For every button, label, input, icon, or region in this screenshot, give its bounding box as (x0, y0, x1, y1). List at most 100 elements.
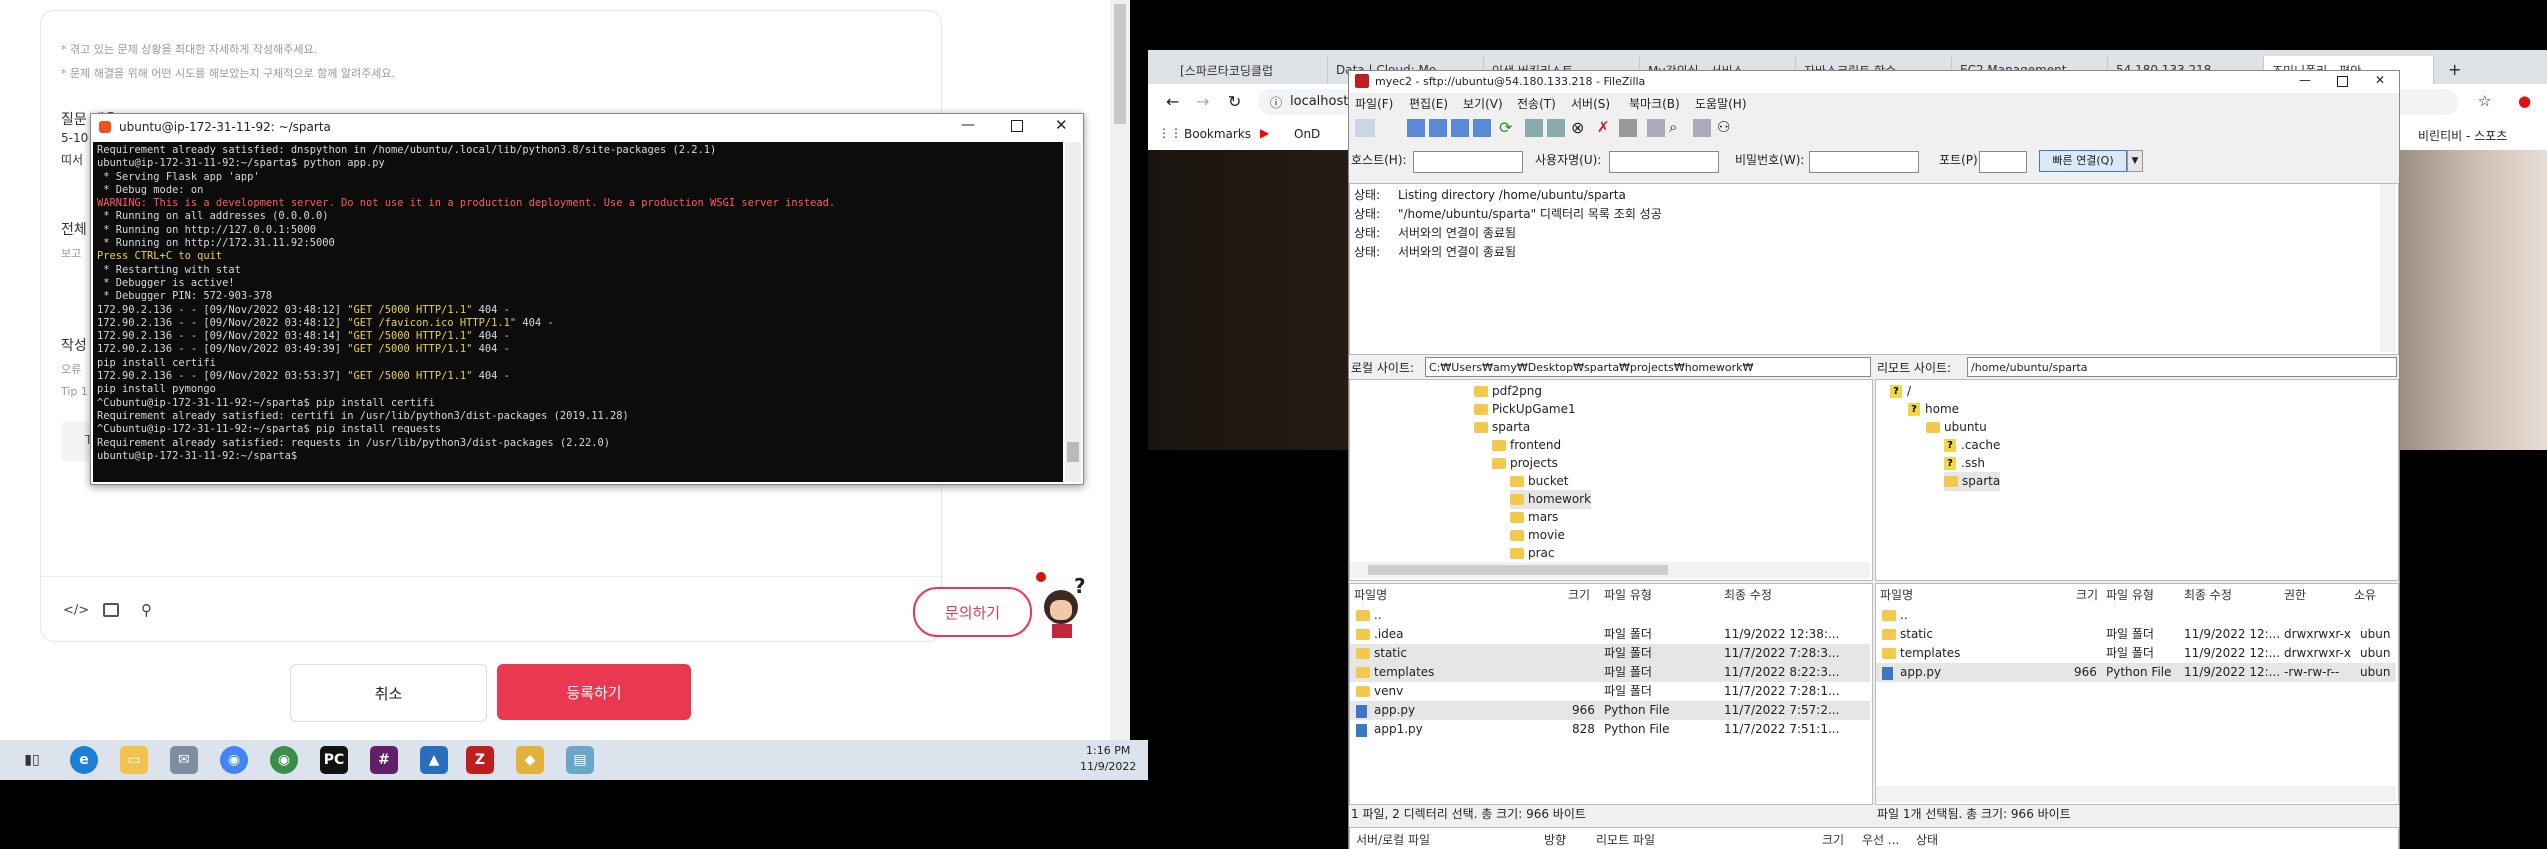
terminal-app-icon[interactable]: ▤ (566, 746, 594, 774)
search-icon[interactable]: ⌕ (1669, 118, 1677, 136)
queue-col[interactable]: 크기 (1822, 831, 1844, 848)
remote-file-row[interactable]: static 파일 폴더 11/9/2022 12:... drwxrwxr-x ubu… (1876, 625, 2396, 644)
sync-browse-icon[interactable] (1693, 119, 1711, 137)
youtube-icon[interactable]: ▶ (1260, 126, 1269, 140)
cancel-button[interactable]: 취소 (290, 664, 487, 722)
menu-server[interactable]: 서버(S) (1571, 95, 1610, 114)
local-site-path[interactable]: C:₩Users₩amy₩Desktop₩sparta₩projects₩hom… (1425, 357, 1871, 377)
image-icon[interactable] (103, 603, 119, 617)
reconnect-icon[interactable] (1619, 119, 1637, 137)
reload-icon[interactable]: ↻ (1228, 92, 1241, 111)
local-file-row[interactable]: templates 파일 폴더 11/7/2022 8:22:3... (1350, 663, 1870, 682)
queue-col[interactable]: 상태 (1916, 831, 1938, 848)
remote-file-row[interactable]: .. (1876, 606, 2396, 625)
cancel-icon[interactable]: ⊗ (1571, 118, 1584, 137)
remote-file-list[interactable]: 파일명 크기 파일 유형 최종 수정 권한 소유 .. static 파일 폴더 11… (1875, 583, 2399, 805)
taskbar-time[interactable]: 1:16 PM (1086, 744, 1130, 757)
log-scrollbar[interactable] (2380, 184, 2396, 352)
quickconnect-button[interactable]: 빠른 연결(Q) (2039, 150, 2127, 172)
disconnect-icon[interactable]: ✗ (1597, 118, 1610, 136)
bookmark-item[interactable]: OnD (1294, 127, 1320, 141)
col-header[interactable]: 파일 유형 (2106, 586, 2154, 603)
terminal-scrollbar-thumb[interactable] (1067, 442, 1079, 462)
menu-help[interactable]: 도움말(H) (1695, 95, 1747, 114)
host-input[interactable] (1413, 151, 1523, 173)
binoculars-icon[interactable]: ⚇ (1717, 118, 1730, 136)
col-header[interactable]: 최종 수정 (2184, 586, 2232, 603)
photos-icon[interactable]: ▲ (420, 746, 448, 774)
bookmark-item-right[interactable]: 비린티비 - 스포츠 (2418, 127, 2507, 144)
local-file-row[interactable]: .. (1350, 606, 1870, 625)
widgets-icon[interactable]: ▮▯ (18, 746, 46, 774)
terminal-titlebar[interactable]: ubuntu@ip-172-31-11-92: ~/sparta — ✕ (91, 114, 1083, 142)
queue-col[interactable]: 우선 ... (1862, 831, 1899, 848)
edge-icon[interactable]: e (70, 746, 98, 774)
local-dir-tree[interactable]: pdf2png PickUpGame1 sparta frontend proj… (1349, 379, 1873, 581)
new-tab-icon[interactable]: + (2448, 60, 2461, 79)
back-icon[interactable]: ← (1166, 92, 1179, 111)
remote-file-row[interactable]: app.py 966 Python File 11/9/2022 12:... -rw-… (1876, 663, 2396, 682)
menu-bookmarks[interactable]: 북마크(B) (1629, 95, 1680, 114)
toggle-local-tree-icon[interactable] (1429, 119, 1447, 137)
user-input[interactable] (1609, 151, 1719, 173)
message-log[interactable]: 상태: Listing directory /home/ubuntu/spart… (1349, 183, 2399, 355)
fz-minimize-icon[interactable]: — (2299, 73, 2311, 87)
chrome-tab[interactable]: [스파르타코딩클럽 (1172, 56, 1328, 84)
filezilla-icon[interactable]: Z (466, 746, 494, 774)
local-file-row[interactable]: app1.py 828 Python File 11/7/2022 7:51:1... (1350, 720, 1870, 739)
col-header[interactable]: 크기 (1568, 586, 1590, 603)
slack-icon[interactable]: # (370, 746, 398, 774)
page-scrollbar-thumb[interactable] (1114, 4, 1126, 124)
dir-listing-icon[interactable] (1647, 119, 1665, 137)
attach-icon[interactable]: ⚲ (141, 601, 152, 619)
terminal-output[interactable]: Requirement already satisfied: dnspython… (93, 142, 1063, 482)
queue-col[interactable]: 리모트 파일 (1596, 831, 1655, 848)
toggle-queue-icon[interactable] (1473, 119, 1491, 137)
filter-icon[interactable] (1525, 119, 1543, 137)
close-icon[interactable]: ✕ (1055, 116, 1068, 134)
toggle-log-icon[interactable] (1407, 119, 1425, 137)
remote-list-hscroll[interactable] (1876, 786, 2396, 802)
col-header[interactable]: 파일명 (1880, 586, 1913, 603)
fz-maximize-icon[interactable] (2337, 76, 2348, 87)
col-header[interactable]: 최종 수정 (1724, 586, 1772, 603)
queue-col[interactable]: 방향 (1544, 831, 1566, 848)
site-manager-icon[interactable] (1355, 119, 1375, 137)
compare-icon[interactable] (1547, 119, 1565, 137)
port-input[interactable] (1979, 151, 2027, 173)
col-header[interactable]: 크기 (2076, 586, 2098, 603)
forward-icon[interactable]: → (1196, 92, 1209, 111)
pycharm-icon[interactable]: PC (320, 746, 348, 774)
col-header[interactable]: 권한 (2284, 586, 2306, 603)
menu-transfer[interactable]: 전송(T) (1517, 95, 1556, 114)
filezilla-titlebar[interactable]: myec2 - sftp://ubuntu@54.180.133.218 - F… (1349, 71, 2399, 93)
refresh-icon[interactable]: ⟳ (1499, 118, 1512, 137)
queue-col[interactable]: 서버/로컬 파일 (1356, 831, 1430, 848)
quickconnect-dropdown-icon[interactable]: ▼ (2127, 150, 2143, 172)
menu-edit[interactable]: 편집(E) (1409, 95, 1448, 114)
outlook-icon[interactable]: ✉ (170, 746, 198, 774)
local-file-row[interactable]: app.py 966 Python File 11/7/2022 7:57:2... (1350, 701, 1870, 720)
fz-close-icon[interactable]: ✕ (2375, 73, 2385, 87)
app-icon[interactable]: ◆ (516, 746, 544, 774)
submit-button[interactable]: 등록하기 (497, 664, 691, 720)
col-header[interactable]: 소유 (2354, 586, 2376, 603)
remote-dir-tree[interactable]: ? / ? home ubuntu ? .cache ? .ssh sparta (1875, 379, 2399, 581)
transfer-queue[interactable]: 서버/로컬 파일 방향 리모트 파일 크기 우선 ... 상태 (1349, 827, 2399, 849)
taskbar-date[interactable]: 11/9/2022 (1080, 760, 1136, 773)
inquiry-button[interactable]: 문의하기 (913, 587, 1032, 637)
remote-site-path[interactable]: /home/ubuntu/sparta (1967, 357, 2397, 377)
minimize-icon[interactable]: — (961, 117, 975, 133)
chrome-icon[interactable]: ◉ (220, 746, 248, 774)
local-file-list[interactable]: 파일명 크기 파일 유형 최종 수정 .. .idea 파일 폴더 11/9/2022… (1349, 583, 1873, 805)
chrome-profile-icon[interactable]: ◉ (270, 746, 298, 774)
file-explorer-icon[interactable]: ▭ (120, 746, 148, 774)
bookmark-item[interactable]: Bookmarks (1184, 127, 1251, 141)
code-icon[interactable]: </> (63, 603, 89, 618)
local-tree-hscroll[interactable] (1350, 562, 1870, 578)
profile-icon[interactable]: ● (2518, 92, 2531, 110)
local-file-row[interactable]: venv 파일 폴더 11/7/2022 7:28:1... (1350, 682, 1870, 701)
menu-file[interactable]: 파일(F) (1355, 95, 1393, 114)
star-icon[interactable]: ☆ (2478, 92, 2491, 110)
col-header[interactable]: 파일 유형 (1604, 586, 1652, 603)
